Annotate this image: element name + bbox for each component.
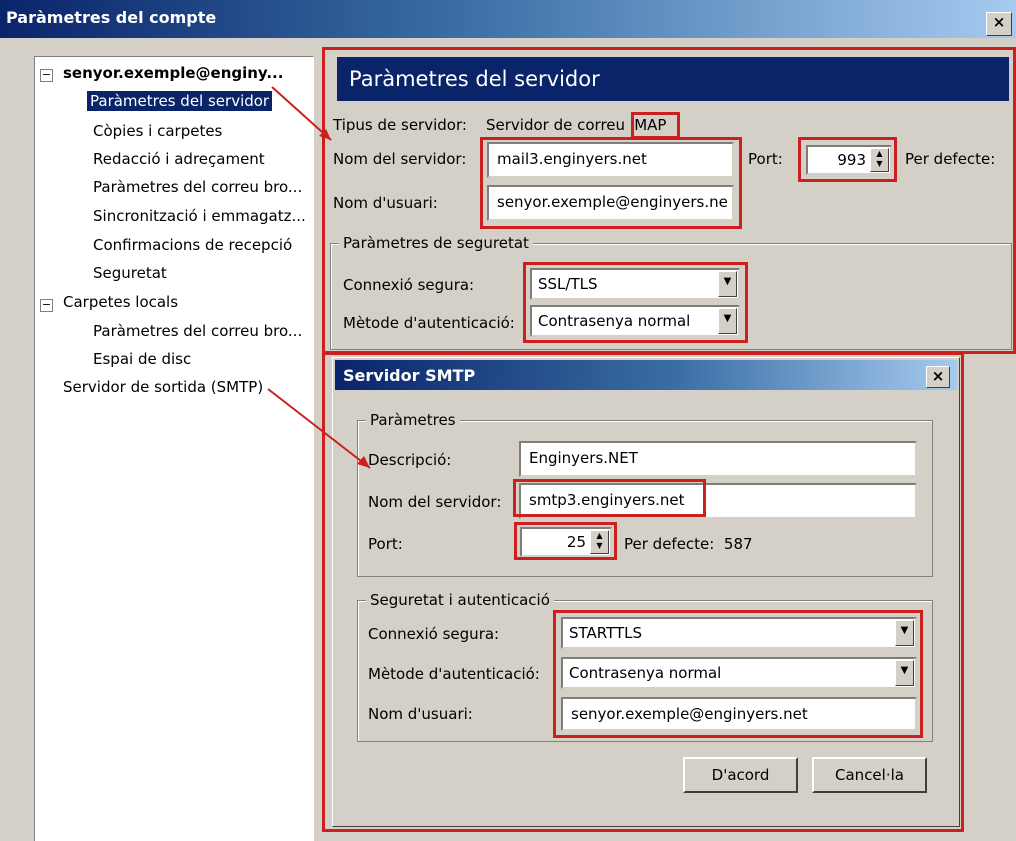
server-protocol: IMAP	[629, 116, 667, 134]
chevron-down-icon[interactable]: ▼	[718, 308, 737, 334]
smtp-dialog-title: Servidor SMTP	[343, 366, 476, 385]
close-icon: ×	[992, 13, 1006, 31]
secure-connection-label: Connexió segura:	[343, 276, 475, 294]
cancel-button[interactable]: Cancel·la	[812, 757, 927, 793]
username-input[interactable]: senyor.exemple@enginyers.ne	[487, 185, 734, 221]
username-label: Nom d'usuari:	[333, 194, 438, 212]
smtp-port-label: Port:	[368, 535, 403, 553]
smtp-username-label: Nom d'usuari:	[368, 705, 473, 723]
smtp-description-input[interactable]: Enginyers.NET	[519, 441, 917, 477]
tree-item-receipts[interactable]: Confirmacions de recepció	[93, 236, 292, 254]
tree-item-copies-folders[interactable]: Còpies i carpetes	[93, 122, 222, 140]
smtp-username-input[interactable]: senyor.exemple@enginyers.net	[561, 697, 917, 731]
smtp-auth-method-select[interactable]: Contrasenya normal ▼	[561, 657, 917, 689]
window-title: Paràmetres del compte	[6, 8, 217, 27]
auth-method-label: Mètode d'autenticació:	[343, 314, 515, 332]
secure-connection-select[interactable]: SSL/TLS ▼	[530, 268, 740, 300]
chevron-down-icon[interactable]: ▼	[718, 271, 737, 297]
tree-local-folders[interactable]: Carpetes locals	[63, 293, 178, 311]
window-titlebar: Paràmetres del compte ×	[0, 0, 1016, 38]
port-stepper[interactable]: 993 ▲ ▼	[806, 145, 892, 175]
chevron-down-icon[interactable]: ▼	[895, 660, 914, 686]
tree-account[interactable]: senyor.exemple@enginy...	[63, 64, 283, 82]
tree-item-smtp[interactable]: Servidor de sortida (SMTP)	[63, 378, 263, 396]
tree-item-server-settings[interactable]: Paràmetres del servidor	[87, 91, 273, 111]
window-close-button[interactable]: ×	[986, 12, 1012, 36]
server-type-label: Tipus de servidor:	[333, 116, 467, 134]
smtp-hostname-input[interactable]: smtp3.enginyers.net	[519, 483, 917, 519]
ok-button[interactable]: D'acord	[683, 757, 798, 793]
smtp-secure-connection-select[interactable]: STARTTLS ▼	[561, 617, 917, 649]
server-type-value: Servidor de correu IMAP	[486, 116, 667, 134]
chevron-down-icon[interactable]: ▼	[895, 620, 914, 646]
page-title: Paràmetres del servidor	[337, 57, 1009, 101]
tree-item-disk-space[interactable]: Espai de disc	[93, 350, 191, 368]
hostname-label: Nom del servidor:	[333, 150, 467, 168]
port-label: Port:	[748, 150, 783, 168]
smtp-dialog-close-button[interactable]: ×	[926, 366, 950, 388]
spinner-arrows-icon[interactable]: ▲ ▼	[870, 148, 889, 172]
auth-method-select[interactable]: Contrasenya normal ▼	[530, 305, 740, 337]
tree-item-junk-settings[interactable]: Paràmetres del correu bro...	[93, 178, 302, 196]
default-port-label: Per defecte:	[905, 150, 996, 168]
tree-item-sync-storage[interactable]: Sincronització i emmagatz...	[93, 207, 306, 225]
collapse-icon[interactable]: −	[40, 299, 53, 312]
smtp-description-label: Descripció:	[368, 451, 452, 469]
smtp-hostname-label: Nom del servidor:	[368, 493, 502, 511]
spinner-arrows-icon[interactable]: ▲ ▼	[590, 530, 609, 554]
tree-item-local-junk[interactable]: Paràmetres del correu bro...	[93, 322, 302, 340]
smtp-dialog-titlebar: Servidor SMTP	[335, 360, 957, 390]
close-icon: ×	[931, 367, 945, 385]
tree-item-security[interactable]: Seguretat	[93, 264, 167, 282]
tree-item-composition[interactable]: Redacció i adreçament	[93, 150, 265, 168]
smtp-default-port-label: Per defecte: 587	[624, 535, 753, 553]
smtp-port-stepper[interactable]: 25 ▲ ▼	[520, 527, 612, 557]
smtp-auth-method-label: Mètode d'autenticació:	[368, 665, 540, 683]
account-tree[interactable]: − senyor.exemple@enginy... Paràmetres de…	[34, 56, 314, 841]
smtp-secure-connection-label: Connexió segura:	[368, 625, 500, 643]
collapse-icon[interactable]: −	[40, 69, 53, 82]
hostname-input[interactable]: mail3.enginyers.net	[487, 142, 734, 178]
